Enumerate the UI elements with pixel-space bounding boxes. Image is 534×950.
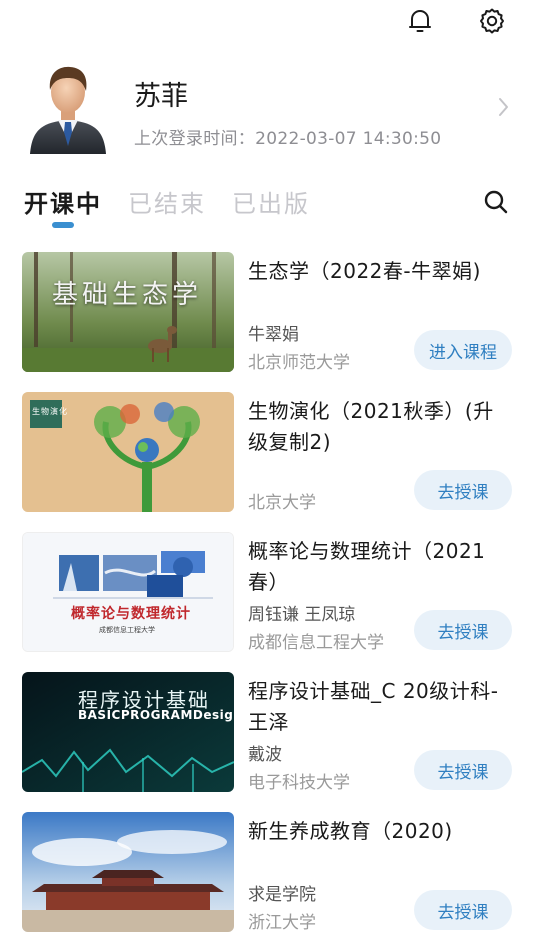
user-name: 苏菲 bbox=[134, 81, 188, 112]
course-school: 浙江大学 bbox=[248, 913, 316, 933]
course-card[interactable]: 概率论与数理统计 成都信息工程大学 概率论与数理统计（2021春） 周钰谦 王凤… bbox=[22, 532, 514, 654]
chevron-right-icon[interactable] bbox=[494, 96, 512, 118]
last-login-time: 上次登录时间：2022-03-07 14:30:50 bbox=[134, 129, 442, 149]
start-teaching-button[interactable]: 去授课 bbox=[414, 470, 512, 510]
course-teacher: 牛翠娟 bbox=[248, 325, 299, 345]
course-thumbnail[interactable]: 程序设计基础 BASICPROGRAMDesign bbox=[22, 672, 234, 792]
course-thumbnail-caption: 生物演化 bbox=[32, 407, 68, 416]
course-teacher: 求是学院 bbox=[248, 885, 316, 905]
start-teaching-button[interactable]: 去授课 bbox=[414, 610, 512, 650]
course-title[interactable]: 生物演化（2021秋季）(升级复制2) bbox=[248, 396, 510, 458]
start-teaching-button[interactable]: 去授课 bbox=[414, 750, 512, 790]
course-school: 成都信息工程大学 bbox=[248, 633, 384, 653]
course-card[interactable]: 基础生态学 生态学（2022春-牛翠娟) 牛翠娟 北京师范大学 进入课程 bbox=[22, 252, 514, 374]
search-icon[interactable] bbox=[482, 188, 510, 216]
course-card[interactable]: 程序设计基础 BASICPROGRAMDesign 程序设计基础_C 20级计科… bbox=[22, 672, 514, 794]
course-thumbnail-subcaption: BASICPROGRAMDesign bbox=[78, 708, 234, 722]
course-card[interactable]: 新生养成教育（2020) 求是学院 浙江大学 去授课 bbox=[22, 812, 514, 934]
course-teacher: 周钰谦 王凤琼 bbox=[248, 605, 356, 625]
course-title[interactable]: 新生养成教育（2020) bbox=[248, 816, 510, 847]
tab-ongoing[interactable]: 开课中 bbox=[24, 184, 102, 219]
bell-icon[interactable] bbox=[406, 7, 434, 35]
course-tabs: 开课中 已结束 已出版 bbox=[24, 184, 510, 234]
top-actions bbox=[406, 6, 506, 36]
course-thumbnail[interactable] bbox=[22, 812, 234, 932]
course-teacher: 戴波 bbox=[248, 745, 282, 765]
course-title[interactable]: 生态学（2022春-牛翠娟) bbox=[248, 256, 510, 287]
gear-icon[interactable] bbox=[478, 7, 506, 35]
course-thumbnail-caption: 基础生态学 bbox=[52, 280, 203, 310]
course-school: 北京大学 bbox=[248, 493, 316, 513]
profile-header[interactable]: 苏菲 上次登录时间：2022-03-07 14:30:50 bbox=[0, 60, 534, 160]
tab-ended[interactable]: 已结束 bbox=[128, 184, 206, 219]
start-teaching-button[interactable]: 去授课 bbox=[414, 890, 512, 930]
avatar[interactable] bbox=[28, 60, 108, 154]
course-title[interactable]: 概率论与数理统计（2021春） bbox=[248, 536, 510, 598]
course-thumbnail[interactable]: 概率论与数理统计 成都信息工程大学 bbox=[22, 532, 234, 652]
course-card[interactable]: 生物演化 生物演化（2021秋季）(升级复制2) 北京大学 去授课 bbox=[22, 392, 514, 514]
course-thumbnail-caption: 概率论与数理统计 bbox=[71, 606, 191, 622]
active-tab-indicator bbox=[52, 222, 74, 228]
enter-course-button[interactable]: 进入课程 bbox=[414, 330, 512, 370]
course-thumbnail[interactable]: 生物演化 bbox=[22, 392, 234, 512]
course-home-screen: 苏菲 上次登录时间：2022-03-07 14:30:50 开课中 已结束 已出… bbox=[0, 0, 534, 950]
course-school: 北京师范大学 bbox=[248, 353, 350, 373]
course-school: 电子科技大学 bbox=[248, 773, 350, 793]
course-thumbnail-subcaption: 成都信息工程大学 bbox=[99, 626, 155, 634]
course-title[interactable]: 程序设计基础_C 20级计科-王泽 bbox=[248, 676, 510, 738]
course-thumbnail[interactable]: 基础生态学 bbox=[22, 252, 234, 372]
tab-published[interactable]: 已出版 bbox=[232, 184, 310, 219]
